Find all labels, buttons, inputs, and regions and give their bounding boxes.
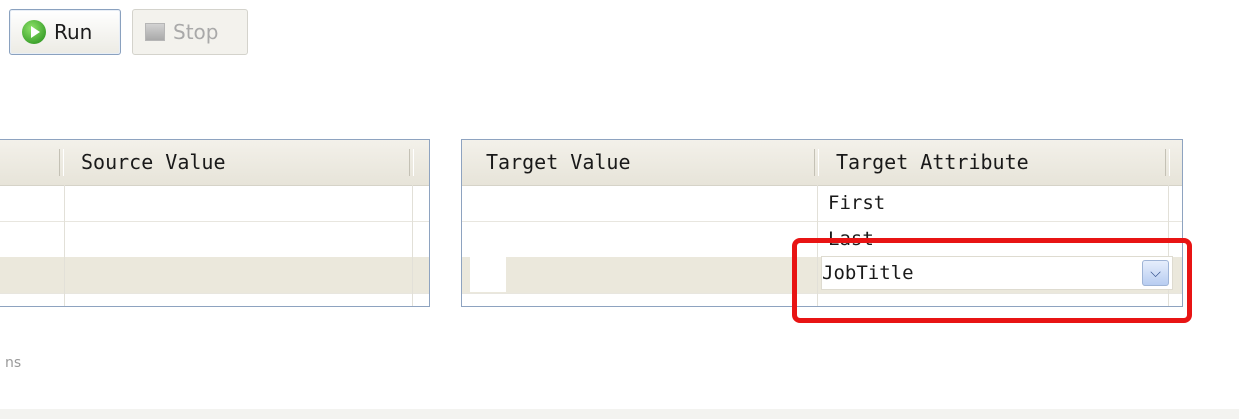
column-header-source-value[interactable]: Source Value bbox=[63, 148, 226, 177]
stop-icon bbox=[145, 23, 165, 41]
source-grid[interactable]: Source Value bbox=[0, 139, 430, 307]
column-header-target-attribute[interactable]: Target Attribute bbox=[818, 148, 1029, 177]
column-header-target-value[interactable]: Target Value bbox=[468, 148, 631, 177]
stop-button[interactable]: Stop bbox=[132, 9, 248, 55]
target-attribute-combobox[interactable]: JobTitle ⌵ bbox=[821, 256, 1173, 290]
run-button[interactable]: Run bbox=[9, 9, 121, 55]
column-divider bbox=[64, 185, 65, 306]
source-grid-header: Source Value bbox=[0, 140, 429, 186]
combobox-value: JobTitle bbox=[822, 262, 914, 284]
row-selector-cell[interactable] bbox=[470, 257, 506, 292]
stop-button-label: Stop bbox=[173, 20, 219, 44]
table-row[interactable]: First bbox=[462, 185, 1182, 222]
run-icon bbox=[22, 20, 46, 44]
target-attribute-cell: First bbox=[828, 192, 886, 214]
chevron-down-icon: ⌵ bbox=[1150, 265, 1161, 281]
bottom-panel-edge bbox=[0, 409, 1239, 419]
table-row[interactable]: Last bbox=[462, 221, 1182, 258]
target-grid-header: Target Value Target Attribute bbox=[462, 140, 1182, 186]
column-separator bbox=[409, 149, 414, 176]
target-grid[interactable]: Target Value Target Attribute First Last… bbox=[461, 139, 1183, 307]
column-divider bbox=[412, 185, 413, 306]
column-divider bbox=[817, 185, 818, 306]
cropped-label: ns bbox=[5, 355, 22, 371]
target-attribute-cell: Last bbox=[828, 228, 874, 250]
column-separator bbox=[1165, 149, 1170, 176]
run-button-label: Run bbox=[54, 20, 93, 44]
dropdown-button[interactable]: ⌵ bbox=[1142, 260, 1169, 286]
